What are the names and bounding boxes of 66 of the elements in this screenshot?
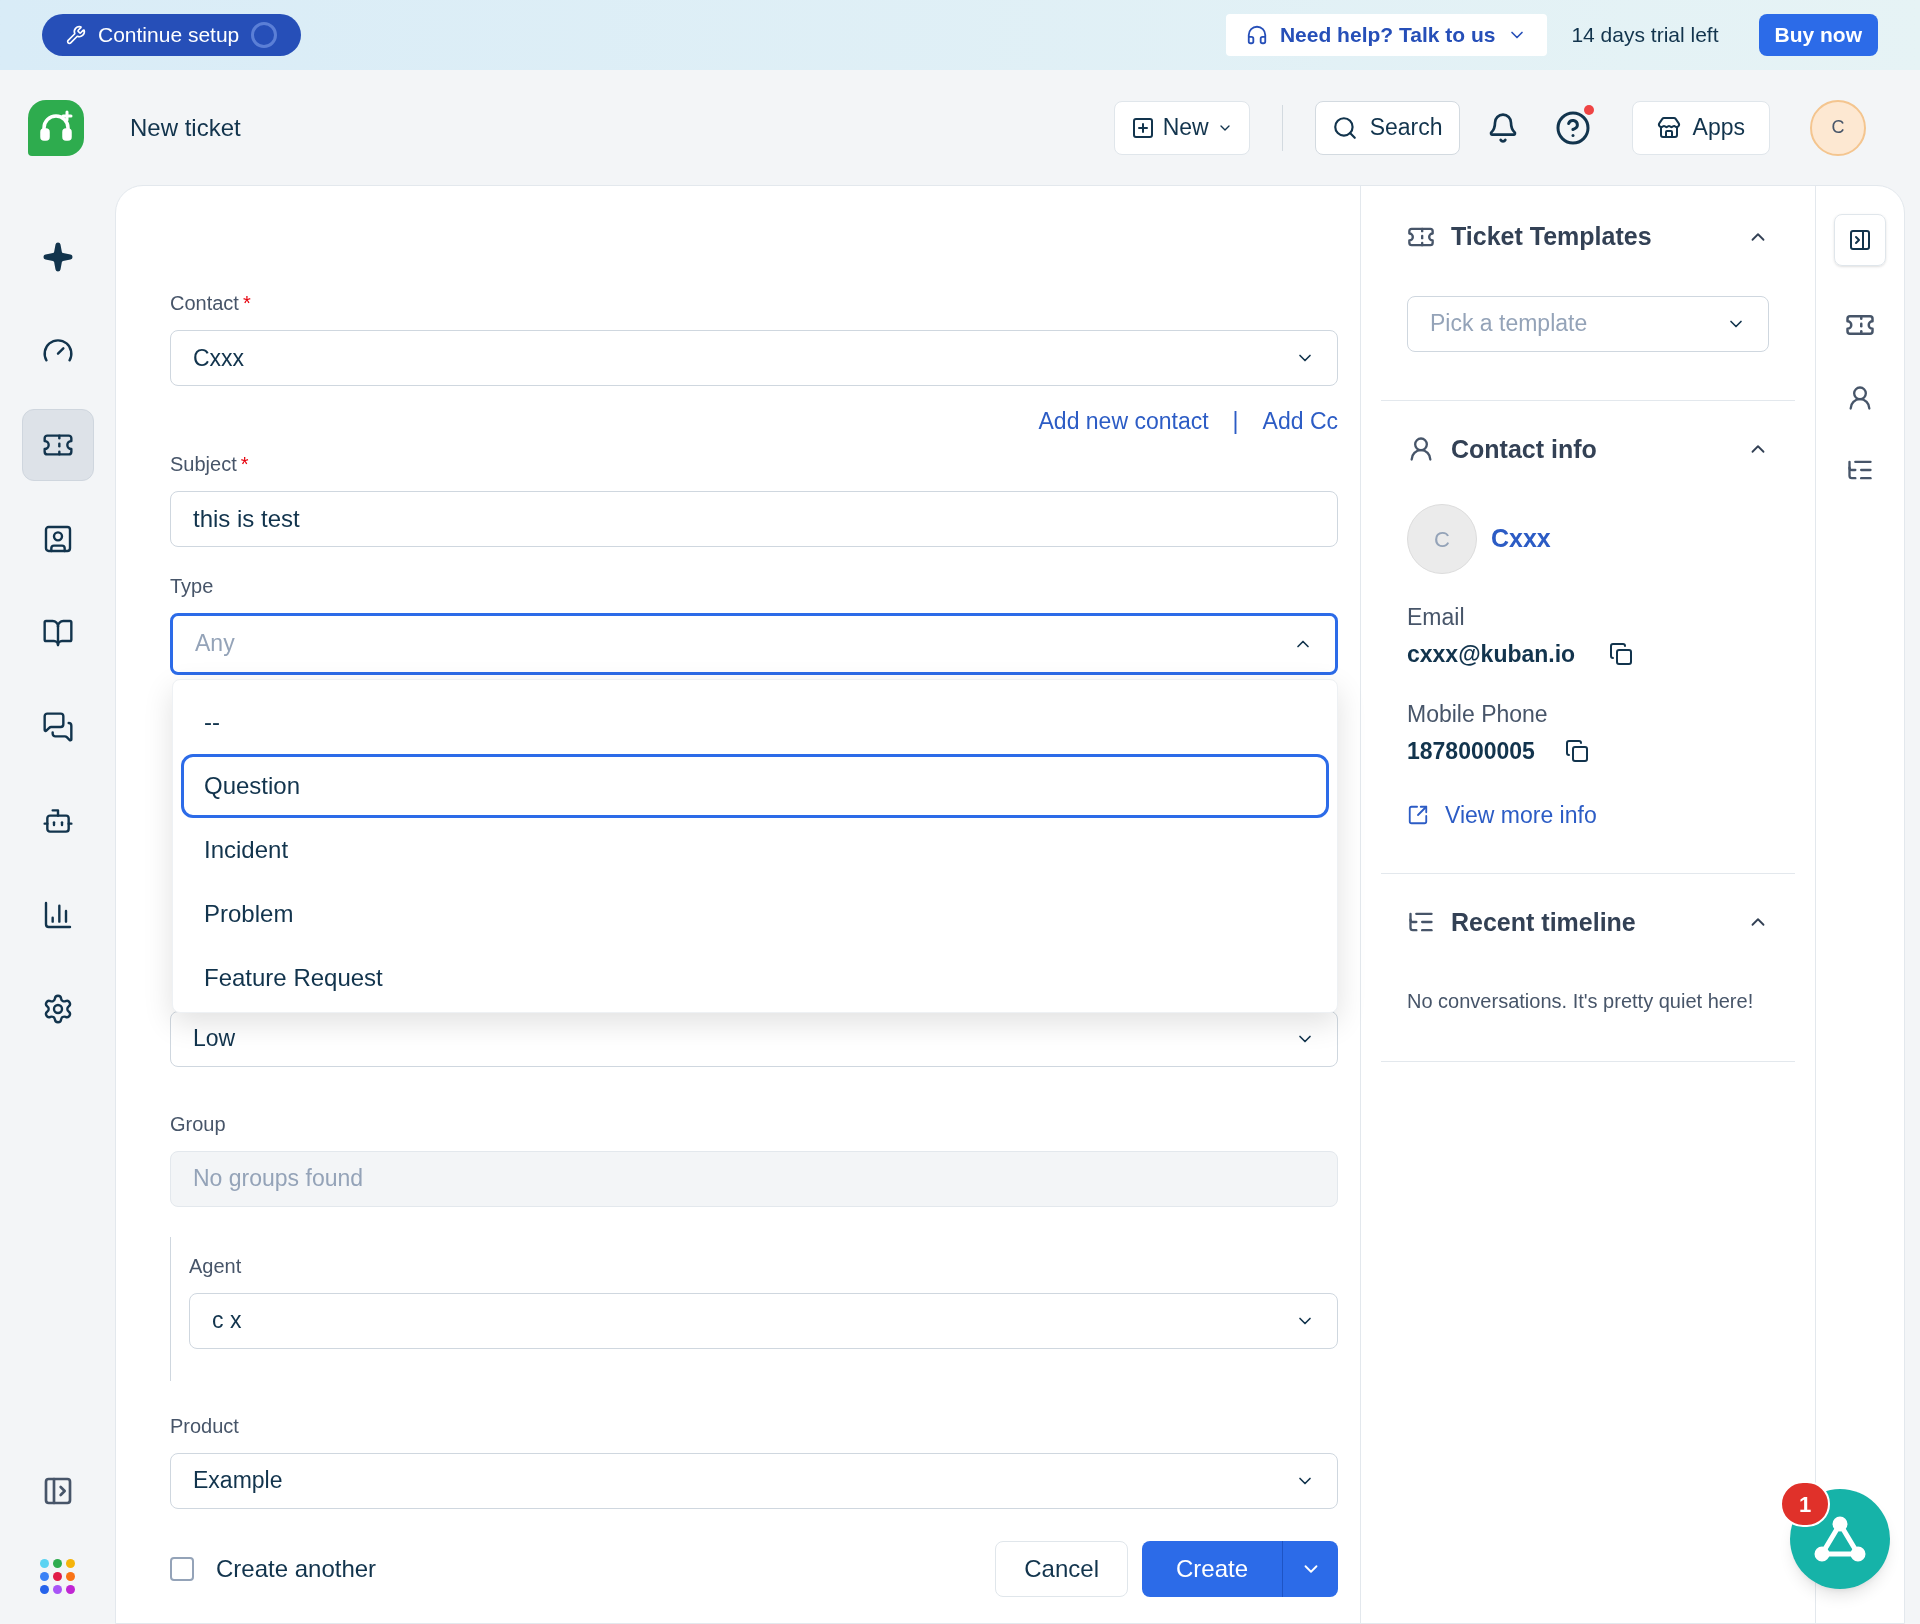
- required-mark: *: [240, 451, 249, 477]
- logo-icon: [28, 99, 84, 156]
- continue-setup-button[interactable]: Continue setup: [42, 14, 302, 56]
- headset-icon: [1245, 24, 1268, 46]
- user-avatar[interactable]: C: [1810, 99, 1866, 156]
- search-icon: [1331, 114, 1358, 141]
- page-title: New ticket: [130, 112, 241, 143]
- nav-item[interactable]: [21, 409, 94, 481]
- apps-button[interactable]: Apps: [1631, 100, 1770, 155]
- contact-select[interactable]: Cxxx: [170, 330, 1338, 386]
- field-label: Group: [170, 1111, 226, 1137]
- plus-square-icon: [1130, 115, 1155, 140]
- email-value: cxxx@kuban.io: [1407, 639, 1576, 669]
- contact-avatar: C: [1407, 504, 1477, 574]
- required-mark: *: [242, 291, 251, 316]
- buy-now-button[interactable]: Buy now: [1758, 14, 1878, 56]
- panel-close-icon: [1848, 228, 1872, 252]
- phone-value: 1878000005: [1407, 736, 1535, 766]
- create-options-button[interactable]: [1282, 1540, 1338, 1597]
- tools-icon: [66, 25, 86, 45]
- phone-label: Mobile Phone: [1407, 700, 1549, 729]
- section-title: Recent timeline: [1451, 906, 1636, 938]
- dropdown-option[interactable]: Feature Request: [181, 945, 1329, 1010]
- product-select[interactable]: Example: [170, 1452, 1338, 1509]
- apps-grid-icon[interactable]: [40, 1559, 75, 1594]
- dropdown-option[interactable]: --: [181, 689, 1329, 754]
- new-button[interactable]: New: [1113, 100, 1250, 155]
- subject-field[interactable]: this is test: [170, 490, 1338, 547]
- link[interactable]: Add Cc: [1262, 404, 1338, 439]
- link-separator: |: [1232, 407, 1239, 436]
- agent-select[interactable]: c x: [189, 1292, 1338, 1349]
- section-title: Ticket Templates: [1451, 221, 1652, 252]
- dropdown-option[interactable]: Problem: [181, 881, 1329, 946]
- external-link-icon: [1407, 804, 1429, 827]
- collapse-panel-button[interactable]: [1834, 214, 1886, 266]
- chat-icon: [41, 711, 74, 743]
- sparkle-icon: [41, 241, 74, 273]
- dropdown-option[interactable]: Incident: [181, 817, 1329, 882]
- trial-text: 14 days trial left: [1571, 22, 1719, 49]
- email-label: Email: [1407, 603, 1466, 632]
- create-another-checkbox[interactable]: [170, 1556, 194, 1581]
- checkbox-label: Create another: [216, 1553, 377, 1584]
- book-icon: [41, 617, 74, 649]
- view-more-link[interactable]: View more info: [1445, 798, 1597, 833]
- network-triangle-icon: [1814, 1516, 1866, 1562]
- group-field: No groups found: [170, 1150, 1338, 1207]
- field-label: Type: [170, 573, 214, 599]
- store-icon: [1656, 115, 1681, 140]
- contact-name-link[interactable]: Cxxx: [1491, 520, 1551, 558]
- create-button[interactable]: Create: [1142, 1540, 1282, 1597]
- field-label: Agent: [189, 1253, 242, 1279]
- priority-select[interactable]: Low: [170, 1010, 1338, 1067]
- copy-icon[interactable]: [1564, 738, 1589, 763]
- help-icon: [1554, 109, 1591, 146]
- field-label: Product: [170, 1413, 239, 1439]
- progress-ring-icon: [251, 22, 278, 48]
- empty-timeline-text: No conversations. It's pretty quiet here!: [1407, 989, 1755, 1014]
- section-title: Contact info: [1451, 433, 1597, 465]
- link[interactable]: Add new contact: [1038, 404, 1209, 439]
- field-label: Contact: [170, 291, 239, 316]
- cancel-button[interactable]: Cancel: [995, 1540, 1128, 1597]
- copy-icon[interactable]: [1609, 641, 1634, 666]
- dropdown-option[interactable]: Question: [181, 753, 1329, 818]
- search-button[interactable]: Search: [1314, 100, 1460, 155]
- help-button[interactable]: Need help? Talk to us: [1225, 14, 1548, 56]
- field-label: Subject: [170, 451, 237, 477]
